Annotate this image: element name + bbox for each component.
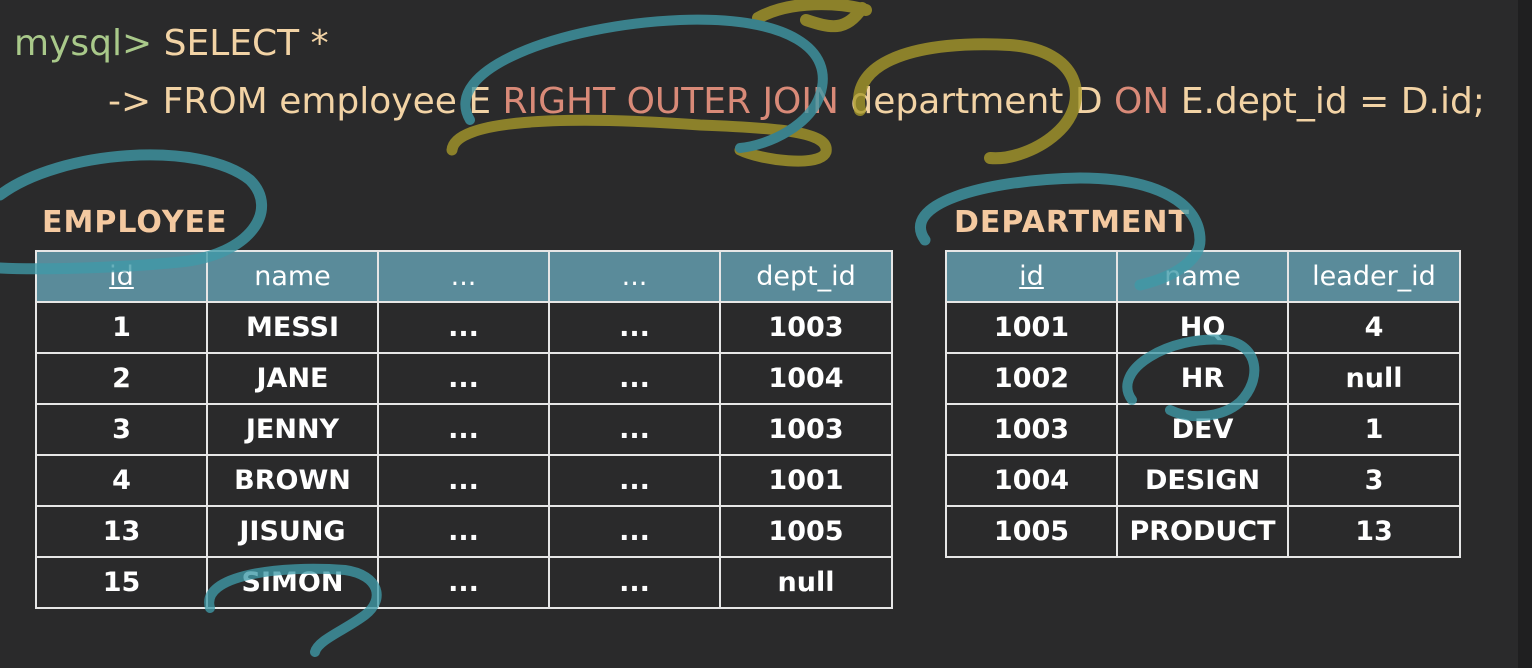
table-cell: ... [377, 301, 550, 354]
table-row: 1001 HQ 4 [945, 301, 1461, 354]
table-row: 13 JISUNG ... ... 1005 [35, 505, 893, 558]
window-edge [1518, 0, 1532, 668]
table-cell: DEV [1116, 403, 1289, 456]
table-cell: 1004 [945, 454, 1118, 507]
table-cell: 4 [1287, 301, 1461, 354]
join-condition: E.dept_id = D.id; [1180, 81, 1485, 122]
table-cell: 4 [35, 454, 208, 507]
table-cell: 1 [35, 301, 208, 354]
department-alias: department D [850, 81, 1103, 122]
table-cell: ... [548, 556, 721, 609]
table-cell: 3 [1287, 454, 1461, 507]
select-clause: SELECT * [152, 23, 329, 64]
employee-col-extra-1: ... [377, 250, 550, 303]
table-cell: ... [377, 454, 550, 507]
join-keyword: RIGHT OUTER JOIN [502, 81, 839, 122]
sql-line-2: -> FROM employee E RIGHT OUTER JOIN depa… [108, 80, 1485, 124]
table-row: 3 JENNY ... ... 1003 [35, 403, 893, 456]
employee-table-title: EMPLOYEE [42, 205, 228, 240]
department-table: id name leader_id 1001 HQ 4 1002 HR null… [945, 250, 1461, 558]
olive-swirl-top [752, 0, 872, 33]
employee-header-row: id name ... ... dept_id [35, 250, 893, 303]
table-row: 1002 HR null [945, 352, 1461, 405]
table-cell: PRODUCT [1116, 505, 1289, 558]
table-cell: 1003 [719, 403, 893, 456]
table-cell: 1005 [719, 505, 893, 558]
table-cell: JANE [206, 352, 379, 405]
table-cell: ... [548, 454, 721, 507]
table-row: 1005 PRODUCT 13 [945, 505, 1461, 558]
table-cell: 13 [35, 505, 208, 558]
table-row: 1 MESSI ... ... 1003 [35, 301, 893, 354]
department-col-leader-id: leader_id [1287, 250, 1461, 303]
department-col-id: id [945, 250, 1118, 303]
table-cell: 1004 [719, 352, 893, 405]
table-cell: 1 [1287, 403, 1461, 456]
table-cell: ... [548, 403, 721, 456]
table-cell: 15 [35, 556, 208, 609]
table-cell: ... [377, 505, 550, 558]
table-cell: 1003 [945, 403, 1118, 456]
table-cell: ... [377, 352, 550, 405]
table-cell: ... [548, 352, 721, 405]
continuation-arrow: -> [108, 81, 152, 122]
table-cell: ... [548, 301, 721, 354]
table-cell: HR [1116, 352, 1289, 405]
table-cell: SIMON [206, 556, 379, 609]
employee-col-dept-id: dept_id [719, 250, 893, 303]
from-keyword: FROM [162, 81, 268, 122]
table-cell: 1001 [719, 454, 893, 507]
olive-underline-join [446, 114, 832, 167]
table-cell: ... [548, 505, 721, 558]
table-cell: null [1287, 352, 1461, 405]
table-cell: 3 [35, 403, 208, 456]
table-row: 4 BROWN ... ... 1001 [35, 454, 893, 507]
table-cell: null [719, 556, 893, 609]
table-cell: JISUNG [206, 505, 379, 558]
table-cell: MESSI [206, 301, 379, 354]
table-cell: ... [377, 403, 550, 456]
table-cell: JENNY [206, 403, 379, 456]
table-cell: ... [377, 556, 550, 609]
department-col-name: name [1116, 250, 1289, 303]
sql-line-1: mysql> SELECT * [14, 22, 329, 66]
table-cell: 13 [1287, 505, 1461, 558]
employee-col-extra-2: ... [548, 250, 721, 303]
department-table-title: DEPARTMENT [954, 205, 1190, 240]
table-row: 1004 DESIGN 3 [945, 454, 1461, 507]
table-cell: 2 [35, 352, 208, 405]
employee-alias: employee E [279, 81, 492, 122]
employee-col-id: id [35, 250, 208, 303]
employee-col-name: name [206, 250, 379, 303]
table-cell: BROWN [206, 454, 379, 507]
table-cell: HQ [1116, 301, 1289, 354]
table-cell: 1003 [719, 301, 893, 354]
employee-table: id name ... ... dept_id 1 MESSI ... ... … [35, 250, 893, 609]
on-keyword: ON [1114, 81, 1170, 122]
table-row: 15 SIMON ... ... null [35, 556, 893, 609]
department-header-row: id name leader_id [945, 250, 1461, 303]
table-cell: 1001 [945, 301, 1118, 354]
table-cell: DESIGN [1116, 454, 1289, 507]
table-row: 2 JANE ... ... 1004 [35, 352, 893, 405]
table-cell: 1005 [945, 505, 1118, 558]
table-row: 1003 DEV 1 [945, 403, 1461, 456]
mysql-prompt: mysql> [14, 23, 153, 64]
table-cell: 1002 [945, 352, 1118, 405]
